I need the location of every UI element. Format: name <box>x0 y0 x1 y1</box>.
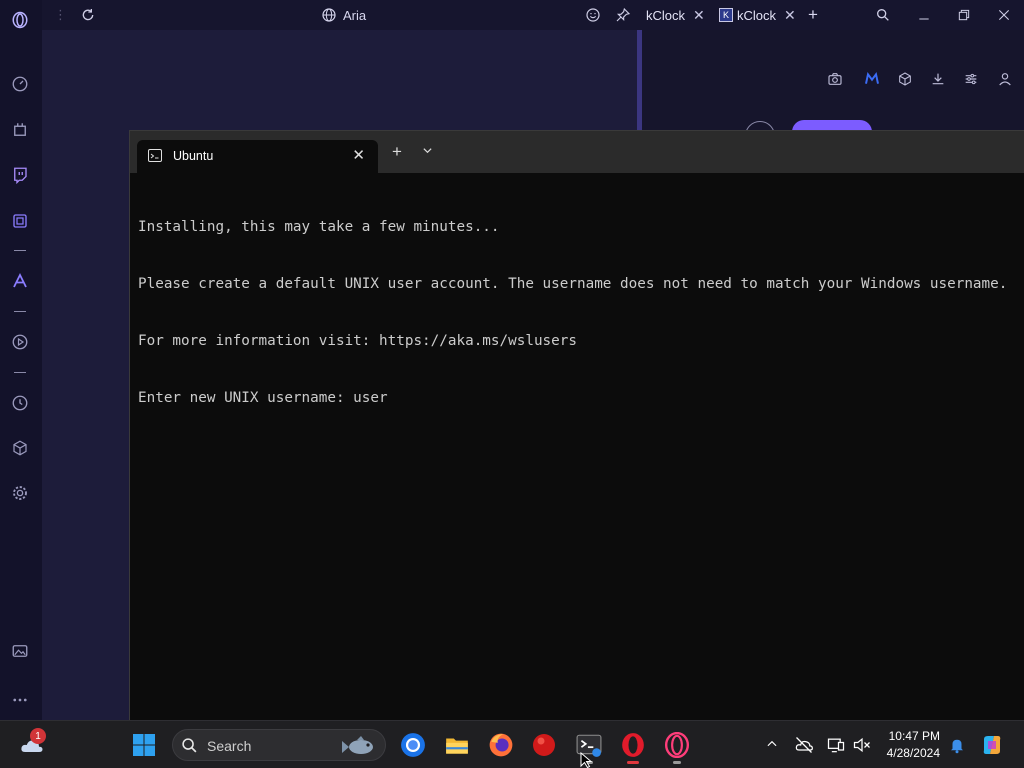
easy-setup-icon[interactable] <box>963 71 981 89</box>
chevron-up-icon[interactable] <box>763 735 781 753</box>
gx-control-icon[interactable] <box>8 118 32 142</box>
terminal-line: Installing, this may take a few minutes.… <box>138 219 500 235</box>
terminal-tab-icon <box>148 149 162 162</box>
mouse-pointer-icon <box>580 751 594 768</box>
chrome-app-icon[interactable] <box>398 730 428 760</box>
browser-tab-label: kClock <box>737 7 777 23</box>
browser-tab-2[interactable]: K kClock ✕ <box>719 4 796 26</box>
drag-handle-icon[interactable]: ⋮ <box>54 4 67 26</box>
running-indicator <box>673 761 681 764</box>
address-bar[interactable]: Aria <box>321 4 366 26</box>
taskbar-clock-time[interactable]: 10:47 PM <box>889 729 940 743</box>
red-orb-app-icon[interactable] <box>529 730 559 760</box>
terminal-line: Enter new UNIX username: user <box>138 390 388 406</box>
chevron-down-icon[interactable] <box>422 145 433 159</box>
close-tab-icon[interactable]: ✕ <box>352 146 365 164</box>
close-tab-icon[interactable]: ✕ <box>784 7 796 24</box>
opera-icon[interactable] <box>618 730 648 760</box>
taskbar: 1 Search 10:47 PM 4/28/2024 <box>0 720 1024 768</box>
terminal-tab-ubuntu[interactable]: Ubuntu ✕ <box>137 140 378 173</box>
notification-bell-icon[interactable] <box>946 734 968 756</box>
pin-icon[interactable] <box>615 4 631 26</box>
extensions-cube-icon[interactable] <box>8 436 32 460</box>
new-tab-button[interactable]: + <box>808 4 818 26</box>
terminal-tab-title: Ubuntu <box>173 149 214 163</box>
extensions-icon[interactable] <box>897 71 915 89</box>
terminal-line: For more information visit: https://aka.… <box>138 333 577 349</box>
more-options-icon[interactable] <box>8 688 32 712</box>
gx-corner-icon[interactable] <box>8 209 32 233</box>
camera-icon[interactable] <box>827 71 845 89</box>
start-windows-icon[interactable] <box>130 731 158 759</box>
copilot-icon[interactable] <box>978 731 1006 759</box>
player-icon[interactable] <box>8 330 32 354</box>
opera-logo-icon[interactable] <box>7 7 33 33</box>
search-highlight-fish-icon <box>341 734 379 758</box>
reload-icon[interactable] <box>80 4 96 26</box>
sidebar-separator <box>14 250 26 251</box>
onedrive-offline-icon[interactable] <box>793 734 815 756</box>
speaker-muted-icon[interactable] <box>851 734 873 756</box>
desktop: ⋮ Aria kClock ✕ K kClock ✕ + Ubuntu ✕ + … <box>0 0 1024 768</box>
kclock-favicon-icon: K <box>719 8 733 22</box>
opera-sidebar <box>0 0 42 720</box>
wallpaper-icon[interactable] <box>8 639 32 663</box>
active-indicator <box>627 761 639 764</box>
profile-icon[interactable] <box>997 71 1015 89</box>
taskbar-search-box[interactable]: Search <box>172 729 386 761</box>
globe-icon <box>321 7 337 23</box>
close-window-icon[interactable] <box>996 4 1012 26</box>
terminal-title-bar: Ubuntu ✕ + <box>130 131 1024 173</box>
display-network-icon[interactable] <box>825 734 847 756</box>
new-terminal-tab-button[interactable]: + <box>392 143 402 160</box>
terminal-window: Ubuntu ✕ + Installing, this may take a f… <box>129 130 1024 720</box>
address-title: Aria <box>343 7 367 23</box>
minimize-icon[interactable] <box>916 4 932 26</box>
tab-search-icon[interactable] <box>875 4 891 26</box>
speed-dial-icon[interactable] <box>8 72 32 96</box>
terminal-line: Please create a default UNIX user accoun… <box>138 276 1008 292</box>
aria-icon[interactable] <box>8 269 32 293</box>
emoji-icon[interactable] <box>585 4 601 26</box>
restore-icon[interactable] <box>956 4 972 26</box>
download-icon[interactable] <box>930 71 948 89</box>
close-tab-icon[interactable]: ✕ <box>693 7 705 24</box>
browser-tab-label: kClock <box>646 7 686 23</box>
search-icon <box>181 737 198 754</box>
twitch-icon[interactable] <box>8 163 32 187</box>
firefox-icon[interactable] <box>486 730 516 760</box>
taskbar-clock-date[interactable]: 4/28/2024 <box>887 746 940 760</box>
notification-badge: 1 <box>30 728 46 744</box>
search-placeholder: Search <box>207 738 252 754</box>
malwarebytes-icon[interactable] <box>864 71 882 89</box>
browser-tab-bar: ⋮ Aria kClock ✕ K kClock ✕ + <box>42 0 1024 30</box>
settings-gear-icon[interactable] <box>8 481 32 505</box>
sidebar-separator <box>14 311 26 312</box>
browser-tab-1[interactable]: kClock ✕ <box>646 4 705 26</box>
sidebar-separator <box>14 372 26 373</box>
terminal-output[interactable]: Installing, this may take a few minutes.… <box>138 180 1007 446</box>
opera-gx-icon[interactable] <box>662 730 692 760</box>
file-explorer-icon[interactable] <box>442 730 472 760</box>
history-icon[interactable] <box>8 391 32 415</box>
